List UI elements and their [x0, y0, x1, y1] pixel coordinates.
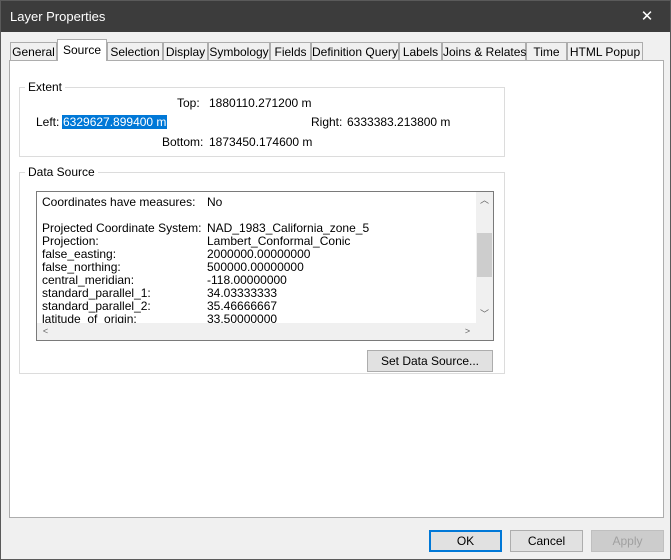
tab-time[interactable]: Time: [526, 42, 567, 61]
tab-labels[interactable]: Labels: [399, 42, 442, 61]
left-value[interactable]: 6329627.899400 m: [62, 115, 168, 129]
vertical-scrollbar[interactable]: ︿ ﹀: [476, 192, 493, 323]
extent-group: Extent Top: 1880110.271200 m Left: 63296…: [19, 80, 505, 157]
title-bar[interactable]: Layer Properties ✕: [1, 1, 670, 32]
tab-definition-query[interactable]: Definition Query: [311, 42, 399, 61]
horizontal-scrollbar[interactable]: < >: [37, 323, 476, 340]
data-source-legend: Data Source: [28, 165, 95, 179]
right-arrow-icon[interactable]: >: [459, 323, 476, 340]
tab-symbology[interactable]: Symbology: [208, 42, 270, 61]
data-source-group: Data Source Coordinates have measures: No…: [19, 165, 505, 374]
top-value: 1880110.271200 m: [209, 96, 312, 110]
apply-button[interactable]: Apply: [591, 530, 664, 552]
tab-source[interactable]: Source: [57, 39, 107, 61]
bottom-value: 1873450.174600 m: [209, 135, 313, 149]
scroll-corner: [476, 323, 493, 340]
top-label: Top:: [177, 96, 200, 110]
tab-fields[interactable]: Fields: [270, 42, 311, 61]
close-icon[interactable]: ✕: [624, 1, 670, 32]
window-title: Layer Properties: [10, 9, 106, 24]
down-arrow-icon[interactable]: ﹀: [476, 306, 493, 323]
layer-properties-dialog: Layer Properties ✕ General Source Select…: [0, 0, 671, 560]
scroll-thumb[interactable]: [477, 233, 492, 277]
tab-joins-relates[interactable]: Joins & Relates: [442, 42, 526, 61]
up-arrow-icon[interactable]: ︿: [476, 192, 493, 209]
data-source-list[interactable]: Coordinates have measures: No Projected C…: [36, 191, 494, 341]
set-data-source-button[interactable]: Set Data Source...: [367, 350, 493, 372]
ok-button[interactable]: OK: [429, 530, 502, 552]
left-arrow-icon[interactable]: <: [37, 323, 54, 340]
right-value: 6333383.213800 m: [347, 115, 451, 129]
tab-general[interactable]: General: [10, 42, 57, 61]
left-label: Left:: [36, 115, 60, 129]
tab-selection[interactable]: Selection: [107, 42, 163, 61]
cancel-button[interactable]: Cancel: [510, 530, 583, 552]
bottom-label: Bottom:: [162, 135, 204, 149]
source-tab-panel: Extent Top: 1880110.271200 m Left: 63296…: [9, 60, 664, 518]
extent-legend: Extent: [28, 80, 63, 94]
tab-display[interactable]: Display: [163, 42, 208, 61]
right-label: Right:: [311, 115, 343, 129]
tab-html-popup[interactable]: HTML Popup: [567, 42, 643, 61]
